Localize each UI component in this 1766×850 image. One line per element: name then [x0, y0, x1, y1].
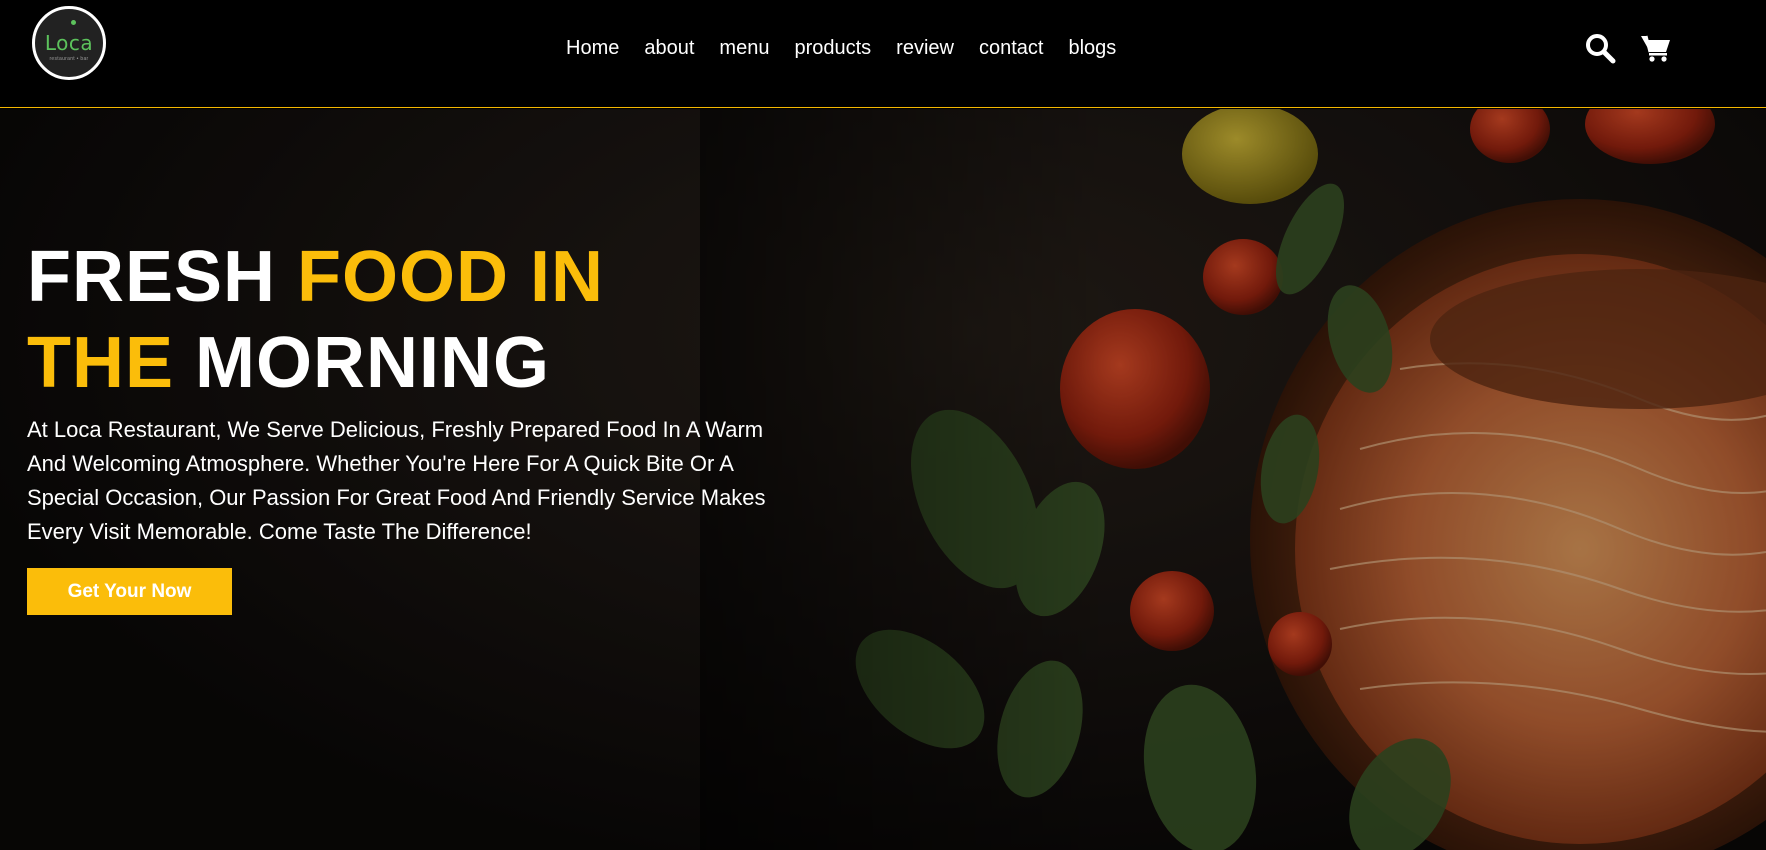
get-your-now-button[interactable]: Get Your Now: [27, 568, 232, 615]
site-header: Loca restaurant • bar Home about menu pr…: [0, 0, 1766, 108]
nav-item-contact[interactable]: contact: [979, 36, 1043, 60]
hero-title-part1: FRESH: [27, 237, 298, 317]
nav-item-menu[interactable]: menu: [719, 36, 769, 60]
search-icon[interactable]: [1584, 32, 1616, 64]
nav-item-products[interactable]: products: [794, 36, 871, 60]
hero-title-part3: THE: [27, 323, 174, 403]
hero-title-part2: FOOD IN: [297, 237, 605, 317]
logo[interactable]: Loca restaurant • bar: [32, 6, 106, 80]
logo-subtext: restaurant • bar: [49, 56, 89, 62]
nav-item-about[interactable]: about: [644, 36, 694, 60]
cart-icon[interactable]: [1640, 32, 1672, 64]
hero-title: FRESH FOOD IN THE MORNING: [27, 234, 604, 406]
nav-item-review[interactable]: review: [896, 36, 954, 60]
main-nav: Home about menu products review contact …: [566, 36, 1116, 60]
nav-item-home[interactable]: Home: [566, 36, 619, 60]
nav-item-blogs[interactable]: blogs: [1068, 36, 1116, 60]
hero-title-part4: MORNING: [174, 323, 550, 403]
logo-dot: [71, 20, 76, 25]
header-actions: [1584, 32, 1672, 64]
hero-description: At Loca Restaurant, We Serve Delicious, …: [27, 417, 766, 544]
logo-text: Loca: [44, 31, 94, 55]
hero-section: FRESH FOOD IN THE MORNING At Loca Restaur…: [0, 109, 1766, 850]
